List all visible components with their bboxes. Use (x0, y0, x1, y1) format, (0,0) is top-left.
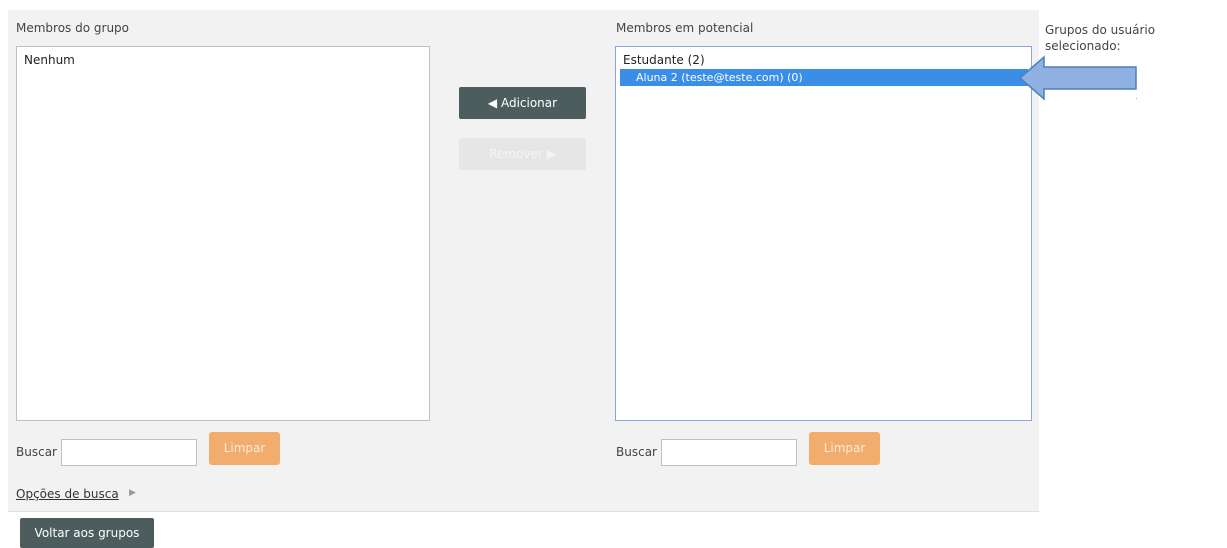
left-arrow-icon (1018, 55, 1137, 101)
group-members-list[interactable]: Nenhum (16, 46, 430, 421)
list-item[interactable]: Nenhum (24, 53, 75, 67)
caret-right-icon[interactable]: ▶ (129, 488, 136, 498)
user-groups-label: Grupos do usuário selecionado: (1045, 22, 1155, 54)
potential-members-clear-button[interactable]: Limpar (809, 432, 880, 465)
group-members-clear-button[interactable]: Limpar (209, 432, 280, 465)
potential-members-search-input[interactable] (661, 439, 797, 466)
group-members-search-label: Buscar (16, 445, 57, 459)
back-to-groups-button[interactable]: Voltar aos grupos (20, 518, 154, 548)
add-button[interactable]: ◀ Adicionar (459, 87, 586, 119)
potential-members-label: Membros em potencial (616, 21, 754, 35)
search-options-link[interactable]: Opções de busca (16, 487, 119, 501)
optgroup-label: Estudante (2) (623, 53, 705, 67)
potential-members-search-label: Buscar (616, 445, 657, 459)
list-item-selected[interactable]: Aluna 2 (teste@teste.com) (0) (620, 69, 1028, 86)
user-groups-label-line2: selecionado: (1045, 39, 1121, 53)
potential-members-list[interactable]: Estudante (2) Aluna 2 (teste@teste.com) … (615, 46, 1032, 421)
user-groups-label-line1: Grupos do usuário (1045, 23, 1156, 37)
group-members-search-input[interactable] (61, 439, 197, 466)
group-members-label: Membros do grupo (16, 21, 130, 35)
remove-button[interactable]: Remover ▶ (459, 138, 586, 170)
